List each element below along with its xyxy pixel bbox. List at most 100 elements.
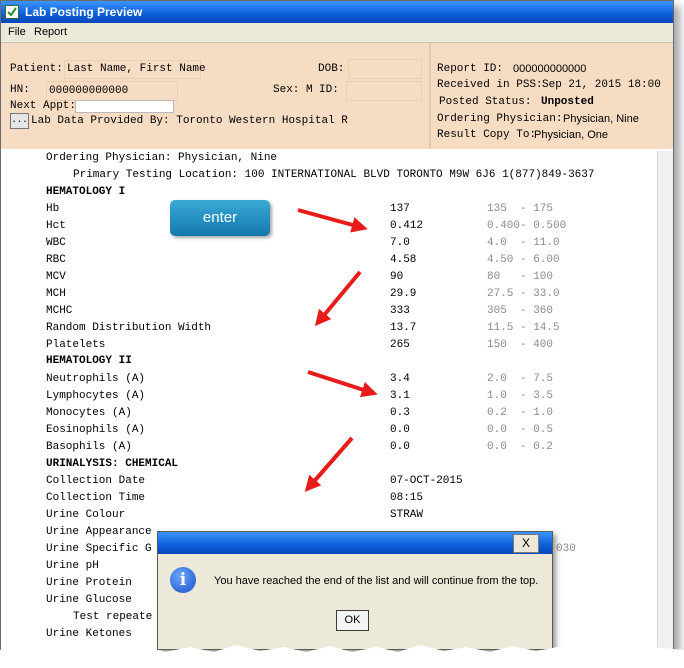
result-name: Neutrophils (A) [46,373,146,385]
reference-range: 27.5 - 33.0 [487,288,560,300]
window-title: Lab Posting Preview [25,5,143,19]
title-bar: Lab Posting Preview [1,1,673,23]
result-copy-label: Result Copy To: [437,129,537,141]
result-name: Urine Colour [46,509,126,521]
result-name: RBC [46,254,66,266]
result-name: Hb [46,203,60,215]
result-value: 13.7 [390,322,417,334]
result-name: Hct [46,220,66,232]
result-name: Collection Date [46,475,146,487]
result-value: 0.0 [390,441,410,453]
vertical-scrollbar[interactable] [657,151,673,656]
result-name: Random Distribution Width [46,322,212,334]
section-hematology-2: HEMATOLOGY II [46,355,132,367]
received-value: Sep 21, 2015 18:00 [542,79,661,91]
result-name: WBC [46,237,66,249]
patient-name-field: Last Name, First Name [64,60,206,79]
result-name: Urine Appearance [46,526,152,538]
ok-button[interactable]: OK [336,610,369,631]
result-name: Urine Specific G [46,543,152,555]
reference-range: 0.0 - 0.2 [487,441,554,453]
testing-location-line: Primary Testing Location: 100 INTERNATIO… [73,169,595,181]
result-value: 07-OCT-2015 [390,475,463,487]
report-id-label: Report ID: [437,63,504,75]
app-icon [5,5,19,19]
hn-field: 000000000000 [46,81,178,101]
info-icon: i [170,567,196,593]
result-name: Urine Protein [46,577,132,589]
result-name: Urine Glucose [46,594,132,606]
result-name: Eosinophils (A) [46,424,146,436]
result-value: 3.1 [390,390,410,402]
sex-label: Sex: M [273,84,313,96]
received-label: Received in PSS: [437,79,543,91]
lab-provider-button[interactable]: ... [10,113,29,129]
result-name: Urine pH [46,560,99,572]
result-name: Monocytes (A) [46,407,132,419]
result-value: 137 [390,203,410,215]
end-of-list-dialog [157,531,553,650]
result-name: MCH [46,288,66,300]
dob-label: DOB: [318,63,345,75]
result-value: 0.0 [390,424,410,436]
reference-range: 2.0 - 7.5 [487,373,554,385]
result-name: Basophils (A) [46,441,132,453]
result-name: Platelets [46,339,106,351]
result-value: 3.4 [390,373,410,385]
reference-range: 305 - 360 [487,305,554,317]
reference-range: 0.0 - 0.5 [487,424,554,436]
ordering-physician-label: Ordering Physician: [437,113,563,125]
result-value: 0.412 [390,220,424,232]
patient-header: Patient: Last Name, First Name DOB: HN: … [1,43,673,149]
next-appt-field [75,100,174,113]
posted-status-label: Posted Status: [439,96,532,108]
hn-value: 000000000000 [49,85,129,97]
ordering-physician-line: Ordering Physician: Physician, Nine [46,152,278,164]
result-name: Collection Time [46,492,146,504]
result-name: MCHC [46,305,73,317]
torn-edge [0,645,684,668]
next-appt-label: Next Appt: [10,100,77,112]
result-name: MCV [46,271,66,283]
section-urinalysis: URINALYSIS: CHEMICAL [46,458,179,470]
result-name: Urine Ketones [46,628,132,640]
result-value: 0.3 [390,407,410,419]
result-value: 08:15 [390,492,424,504]
result-value: 265 [390,339,410,351]
hn-label: HN: [10,84,30,96]
reference-range: 0.400- 0.500 [487,220,567,232]
section-hematology-1: HEMATOLOGY I [46,186,126,198]
dob-field [348,59,422,79]
result-value: 90 [390,271,404,283]
patient-name-value: Last Name, First Name [67,63,206,75]
id-field [346,81,422,101]
result-name: Test repeate [73,611,153,623]
ordering-physician-value: Physician, Nine [563,113,639,125]
reference-range: 1.0 - 3.5 [487,390,554,402]
reference-range: 0.2 - 1.0 [487,407,554,419]
result-value: STRAW [390,509,424,521]
reference-range: 135 - 175 [487,203,554,215]
menu-report[interactable]: Report [34,26,67,38]
result-value: 333 [390,305,410,317]
menu-bar: File Report [1,23,673,43]
header-divider [429,43,431,149]
reference-range: 80 - 100 [487,271,554,283]
dialog-close-button[interactable]: X [513,534,539,553]
result-value: 7.0 [390,237,410,249]
reference-range: 030 [556,543,576,555]
reference-range: 150 - 400 [487,339,554,351]
dialog-message: You have reached the end of the list and… [214,575,539,587]
dialog-title-bar [158,532,552,554]
result-value: 4.58 [390,254,417,266]
reference-range: 4.50 - 6.00 [487,254,560,266]
id-label: ID: [319,84,339,96]
posted-status-value: Unposted [541,96,594,108]
result-name: Lymphocytes (A) [46,390,146,402]
patient-label: Patient: [10,63,63,75]
reference-range: 11.5 - 14.5 [487,322,560,334]
menu-file[interactable]: File [8,26,26,38]
reference-range: 4.0 - 11.0 [487,237,560,249]
enter-key-callout: enter [170,200,270,236]
result-value: 29.9 [390,288,417,300]
